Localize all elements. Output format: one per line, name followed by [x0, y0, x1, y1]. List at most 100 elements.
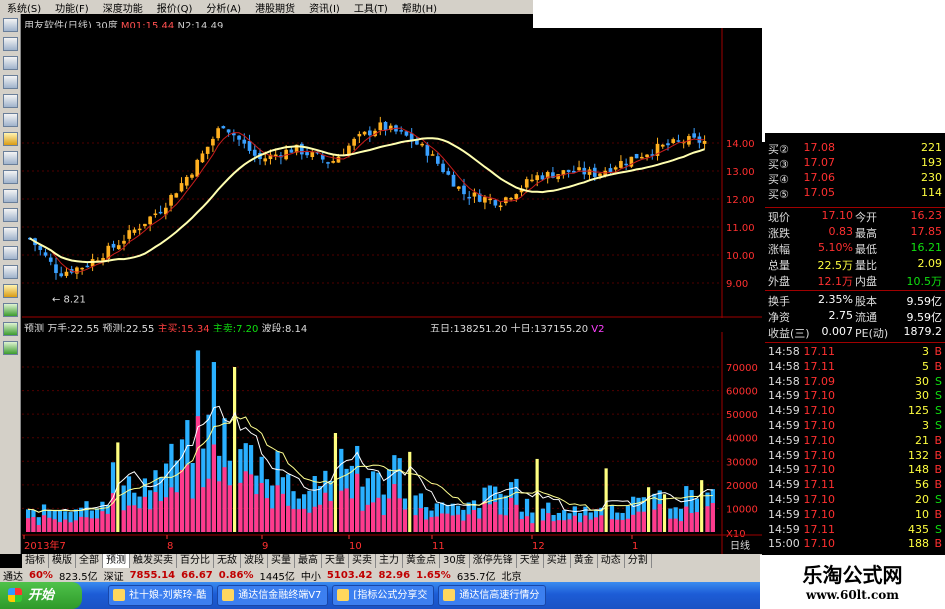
menu-item-4[interactable]: 分析(A) — [199, 0, 248, 15]
tool-icon[interactable] — [3, 18, 18, 32]
tool-icon[interactable] — [3, 208, 18, 222]
indicator-tab-20[interactable]: 分割 — [625, 554, 652, 568]
menu-bar: 系统(S) 功能(F) 深度功能 报价(Q) 分析(A) 港股期货 资讯(I) 工具(T) 帮助… — [0, 0, 533, 15]
candle-body — [352, 138, 356, 146]
volume-bar-main — [636, 511, 641, 532]
tool-icon[interactable] — [3, 113, 18, 127]
taskbar: 开始 社十娘-刘紫玲-酷 通达信金融终端V7 [指标公式分享交 通达信高速行情分 — [0, 582, 760, 609]
volume-bar-main — [179, 469, 185, 532]
volume-chart[interactable]: 70000600005000040000300002000010000X1020… — [22, 332, 762, 554]
volume-bar-main — [349, 498, 355, 532]
candle-body — [514, 194, 519, 199]
menu-item-0[interactable]: 系统(S) — [0, 0, 48, 15]
menu-item-6[interactable]: 资讯(I) — [302, 0, 347, 15]
indicator-tab-14[interactable]: 30度 — [440, 554, 470, 568]
indicator-tab-2[interactable]: 全部 — [76, 554, 103, 568]
tool-icon[interactable] — [3, 341, 18, 355]
menu-item-2[interactable]: 深度功能 — [96, 0, 150, 15]
candle-body — [378, 122, 383, 131]
indicator-tab-11[interactable]: 买卖 — [349, 554, 376, 568]
tick-price: 17.10 — [803, 433, 836, 447]
candle-body — [472, 192, 477, 197]
candle-body — [666, 143, 670, 146]
indicator-tab-4[interactable]: 触发买卖 — [130, 554, 177, 568]
tool-icon[interactable] — [3, 284, 18, 298]
tool-icon[interactable] — [3, 151, 18, 165]
volume-bar-main — [41, 515, 47, 532]
tool-icon[interactable] — [3, 303, 18, 317]
task-2[interactable]: 通达信金融终端V7 — [217, 585, 329, 606]
price-tick-label: 14.00 — [726, 139, 755, 150]
tool-icon[interactable] — [3, 227, 18, 241]
indicator-tab-16[interactable]: 天堂 — [517, 554, 544, 568]
indicator-tab-9[interactable]: 最高 — [295, 554, 322, 568]
indicator-tab-6[interactable]: 无敌 — [214, 554, 241, 568]
tick-row: 14:59 17.10 10 B — [765, 508, 945, 523]
menu-item-7[interactable]: 工具(T) — [347, 0, 395, 15]
menu-item-3[interactable]: 报价(Q) — [150, 0, 200, 15]
app-icon — [113, 589, 125, 601]
tick-price: 17.10 — [803, 493, 836, 506]
candlestick-chart[interactable]: 14.00 13.00 12.00 11.00 10.00 9.00 ← 8.21 — [22, 28, 762, 318]
tick-volume: 30 — [915, 389, 929, 403]
quicklaunch-icon[interactable] — [83, 587, 105, 605]
candle-body — [132, 229, 137, 233]
quote-value: 17.10 — [821, 209, 854, 222]
indicator-tab-10[interactable]: 天量 — [322, 554, 349, 568]
status-k: 82.96 — [378, 569, 411, 581]
volume-bar-highlight — [233, 367, 237, 532]
tick-time: 14:59 — [768, 433, 800, 447]
tool-icon[interactable] — [3, 94, 18, 108]
volume-bar-main — [52, 519, 57, 532]
volume-bar-highlight — [700, 480, 704, 532]
indicator-tab-1[interactable]: 模版 — [49, 554, 76, 568]
volume-bar-main — [509, 497, 514, 532]
indicator-tab-12[interactable]: 主力 — [376, 554, 403, 568]
menu-item-1[interactable]: 功能(F) — [48, 0, 96, 15]
candle-body — [190, 174, 194, 178]
tool-icon[interactable] — [3, 189, 18, 203]
indicator-tab-19[interactable]: 动态 — [598, 554, 625, 568]
tick-direction: S — [935, 374, 942, 388]
tool-icon[interactable] — [3, 56, 18, 70]
start-button[interactable]: 开始 — [0, 582, 82, 609]
status-b: 60% — [29, 569, 53, 581]
tool-icon[interactable] — [3, 132, 18, 146]
tool-icon[interactable] — [3, 246, 18, 260]
indicator-tab-15[interactable]: 涨停先锋 — [470, 554, 517, 568]
indicator-tab-18[interactable]: 黄金 — [571, 554, 598, 568]
task-4[interactable]: 通达信高速行情分 — [438, 585, 547, 606]
quote-row: 外盘 12.1万 内盘 10.5万 — [765, 273, 945, 288]
brand-line2: www.60lt.com — [806, 588, 899, 602]
indicator-tab-8[interactable]: 买量 — [268, 554, 295, 568]
indicator-tab-0[interactable]: 指标 — [22, 554, 49, 568]
volume-bar-main — [185, 464, 190, 532]
task-3[interactable]: [指标公式分享交 — [332, 585, 435, 606]
indicator-tab-7[interactable]: 波段 — [241, 554, 268, 568]
quote-label: 总量 — [768, 259, 790, 272]
quote-value: 0.83 — [828, 225, 854, 238]
tick-volume: 10 — [915, 507, 929, 521]
tool-icon[interactable] — [3, 322, 18, 336]
quote-label: 涨幅 — [768, 243, 790, 256]
indicator-tab-17[interactable]: 买进 — [544, 554, 571, 568]
volume-bar-main — [254, 494, 259, 532]
tool-icon[interactable] — [3, 75, 18, 89]
tool-icon[interactable] — [3, 170, 18, 184]
tool-icon[interactable] — [3, 37, 18, 51]
tool-icon[interactable] — [3, 265, 18, 279]
candle-body — [331, 161, 336, 163]
indicator-tab-13[interactable]: 黄金点 — [403, 554, 440, 568]
quote-row: 涨幅 5.10% 最低 16.21 — [765, 241, 945, 256]
indicator-tab-5[interactable]: 百分比 — [177, 554, 214, 568]
tick-direction: B — [934, 478, 942, 492]
menu-item-5[interactable]: 港股期货 — [248, 0, 302, 15]
task-1[interactable]: 社十娘-刘紫玲-酷 — [108, 585, 214, 606]
candle-body — [64, 271, 69, 276]
date-tick-label: 10 — [349, 541, 362, 552]
indicator-tab-3[interactable]: 预测 — [103, 554, 130, 568]
volume-bar-main — [84, 517, 89, 532]
volume-bar-main — [264, 498, 270, 532]
menu-item-8[interactable]: 帮助(H) — [395, 0, 444, 15]
chart-bg — [22, 28, 762, 318]
